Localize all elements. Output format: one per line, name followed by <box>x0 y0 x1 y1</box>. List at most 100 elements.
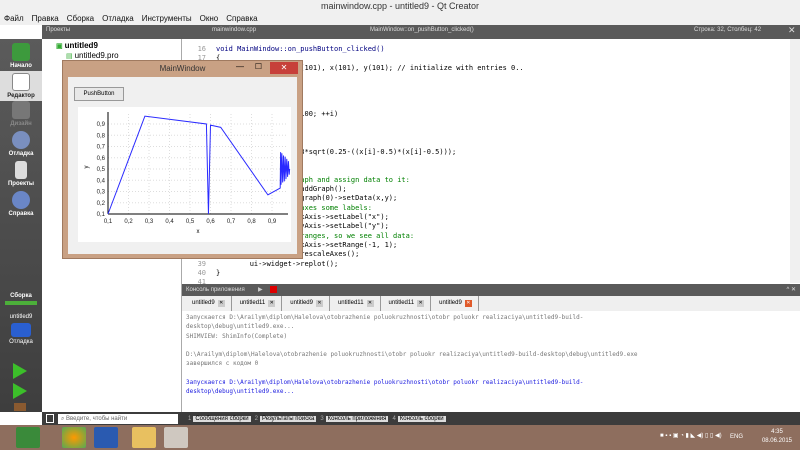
minimize-icon[interactable]: — <box>236 62 244 71</box>
output-pane-button[interactable]: 2 Результаты поиска <box>254 415 317 422</box>
line-number: 39 <box>197 259 206 268</box>
y-axis-label: y <box>84 166 90 169</box>
run-icon[interactable] <box>13 363 27 379</box>
console-tab[interactable]: untitled9 ✕ <box>284 296 330 311</box>
chart-svg: 0,1 0,2 0,3 0,4 0,5 0,6 0,7 0,8 0,9 0,1 0,2 0,3 0,4 0… <box>84 112 291 235</box>
menu-file[interactable]: Файл <box>4 12 24 25</box>
line-number: 40 <box>197 268 206 277</box>
console-line: desktop\debug\untitled9.exe... <box>186 323 295 331</box>
x-tick-label: 0,1 <box>104 219 113 225</box>
tray-icons[interactable]: ■ ▪ ▪ ▣ ◔ ▮ ◣ ◀) ▯ ▯ ◀) <box>660 432 722 439</box>
debug-run-icon[interactable] <box>13 383 27 399</box>
code-line: void MainWindow::on_pushButton_clicked() <box>216 45 385 53</box>
x-tick-label: 0,5 <box>186 219 195 225</box>
x-tick-label: 0,2 <box>124 219 133 225</box>
y-tick-label: 0,4 <box>97 178 106 184</box>
function-dropdown[interactable]: MainWindow::on_pushButton_clicked() <box>370 27 474 33</box>
close-icon[interactable]: ✕ <box>270 62 298 74</box>
mode-debug[interactable]: Отладка <box>0 131 42 157</box>
menu-bar: Файл Правка Сборка Отладка Инструменты О… <box>0 12 800 25</box>
menu-edit[interactable]: Правка <box>32 12 59 25</box>
maximize-icon[interactable]: ☐ <box>255 62 262 71</box>
explorer-taskbar-icon[interactable] <box>132 427 156 448</box>
console-tab-label: untitled11 <box>337 300 364 306</box>
data-series-line <box>107 115 291 215</box>
close-pane-icon[interactable]: ^ ✕ <box>786 284 796 296</box>
menu-debug[interactable]: Отладка <box>102 12 134 25</box>
output-pane-button[interactable]: 4 Консоль сборки <box>392 415 446 422</box>
menu-tools[interactable]: Инструменты <box>142 12 192 25</box>
menu-help[interactable]: Справка <box>226 12 257 25</box>
console-tab-label: untitled9 <box>192 300 215 306</box>
stop-icon[interactable] <box>270 286 277 293</box>
mainwindow-app: MainWindow — ☐ ✕ PushButton 0,1 0,2 0,3 0,4… <box>62 60 303 259</box>
console-tab[interactable]: untitled11 ✕ <box>332 296 381 311</box>
console-tab-label: untitled11 <box>388 300 415 306</box>
x-tick-label: 0,7 <box>227 219 236 225</box>
console-tab-label: untitled9 <box>439 300 462 306</box>
menu-window[interactable]: Окно <box>200 12 219 25</box>
tree-item-untitled9[interactable]: ▣ untitled9 <box>56 41 98 50</box>
output-pane-button[interactable]: 1 Сообщения сборки <box>188 415 251 422</box>
clock[interactable]: 4:35 08.06.2015 <box>762 428 792 446</box>
close-tab-icon[interactable]: ✕ <box>268 300 276 307</box>
console-line: завершился с кодом 0 <box>186 360 259 368</box>
mode-editor[interactable]: Редактор <box>0 71 42 101</box>
close-editor-icon[interactable]: ✕ <box>788 25 796 36</box>
language-indicator[interactable]: ENG <box>730 434 743 440</box>
y-tick-label: 0,2 <box>97 201 106 207</box>
output-pane-bar: ⌕ Введите, чтобы найти 1 Сообщения сборки… <box>42 412 800 425</box>
mode-design[interactable]: Дизайн <box>0 101 42 127</box>
projects-dropdown[interactable]: Проекты <box>46 27 70 33</box>
target-selector[interactable]: untitled9 Отладка <box>0 314 42 345</box>
console-tab[interactable]: untitled9 ✕ <box>186 296 232 311</box>
toggle-sidebar-icon[interactable] <box>46 414 54 423</box>
pane-number: 2 <box>254 415 259 422</box>
output-pane-button[interactable]: 3 Консоль приложения <box>320 415 389 422</box>
y-tick-label: 0,9 <box>97 122 106 128</box>
mainwindow-taskbar-icon[interactable] <box>164 427 188 448</box>
close-tab-icon[interactable]: ✕ <box>464 300 472 307</box>
word-taskbar-icon[interactable] <box>94 427 118 448</box>
close-tab-icon[interactable]: ✕ <box>417 300 425 307</box>
pane-label: Консоль сборки <box>397 415 446 422</box>
folder-icon <box>15 161 27 179</box>
title-bar: mainwindow.cpp - untitled9 - Qt Creator <box>0 0 800 12</box>
close-tab-icon[interactable]: ✕ <box>217 300 225 307</box>
console-tab-label: untitled11 <box>239 300 266 306</box>
editor-scrollbar[interactable] <box>790 39 800 283</box>
file-tab[interactable]: mainwindow.cpp <box>212 27 256 33</box>
qt-creator-taskbar-icon[interactable] <box>16 427 40 448</box>
x-axis-label: x <box>197 229 200 235</box>
console-tab[interactable]: untitled11 ✕ <box>383 296 432 311</box>
console-line: Запускается D:\Arailym\diplom\Halelova\o… <box>186 379 584 387</box>
bug-icon <box>12 131 30 149</box>
console-tab-label: untitled9 <box>290 300 313 306</box>
console-header: Консоль приложения ▶ ^ ✕ <box>182 284 800 296</box>
mode-welcome[interactable]: Начало <box>0 43 42 69</box>
close-tab-icon[interactable]: ✕ <box>366 300 374 307</box>
editor-toolbar: Проекты mainwindow.cpp MainWindow::on_pu… <box>42 25 800 39</box>
mode-projects[interactable]: Проекты <box>0 161 42 187</box>
console-title[interactable]: Консоль приложения <box>186 287 245 293</box>
app-taskbar-icon[interactable] <box>62 427 86 448</box>
pane-label: Консоль приложения <box>325 415 389 422</box>
push-button[interactable]: PushButton <box>74 87 124 101</box>
menu-build[interactable]: Сборка <box>67 12 94 25</box>
tree-item-pro-file[interactable]: ▤ untitled9.pro <box>66 51 119 60</box>
close-tab-icon[interactable]: ✕ <box>315 300 323 307</box>
line-number: 16 <box>197 45 206 53</box>
rerun-icon[interactable]: ▶ <box>258 284 263 296</box>
code-line: ui->widget->replot(); <box>216 259 339 268</box>
document-icon <box>12 73 30 91</box>
y-tick-label: 0,1 <box>97 212 106 218</box>
mode-help[interactable]: Справка <box>0 191 42 217</box>
locator-input[interactable]: ⌕ Введите, чтобы найти <box>58 413 178 424</box>
console-tab[interactable]: untitled9 ✕ <box>433 296 479 311</box>
build-hammer-icon[interactable] <box>14 403 26 411</box>
windows-taskbar: ■ ▪ ▪ ▣ ◔ ▮ ◣ ◀) ▯ ▯ ◀) ENG 4:35 08.06.20… <box>0 425 800 450</box>
x-tick-label: 0,8 <box>247 219 256 225</box>
console-tab[interactable]: untitled11 ✕ <box>234 296 283 311</box>
